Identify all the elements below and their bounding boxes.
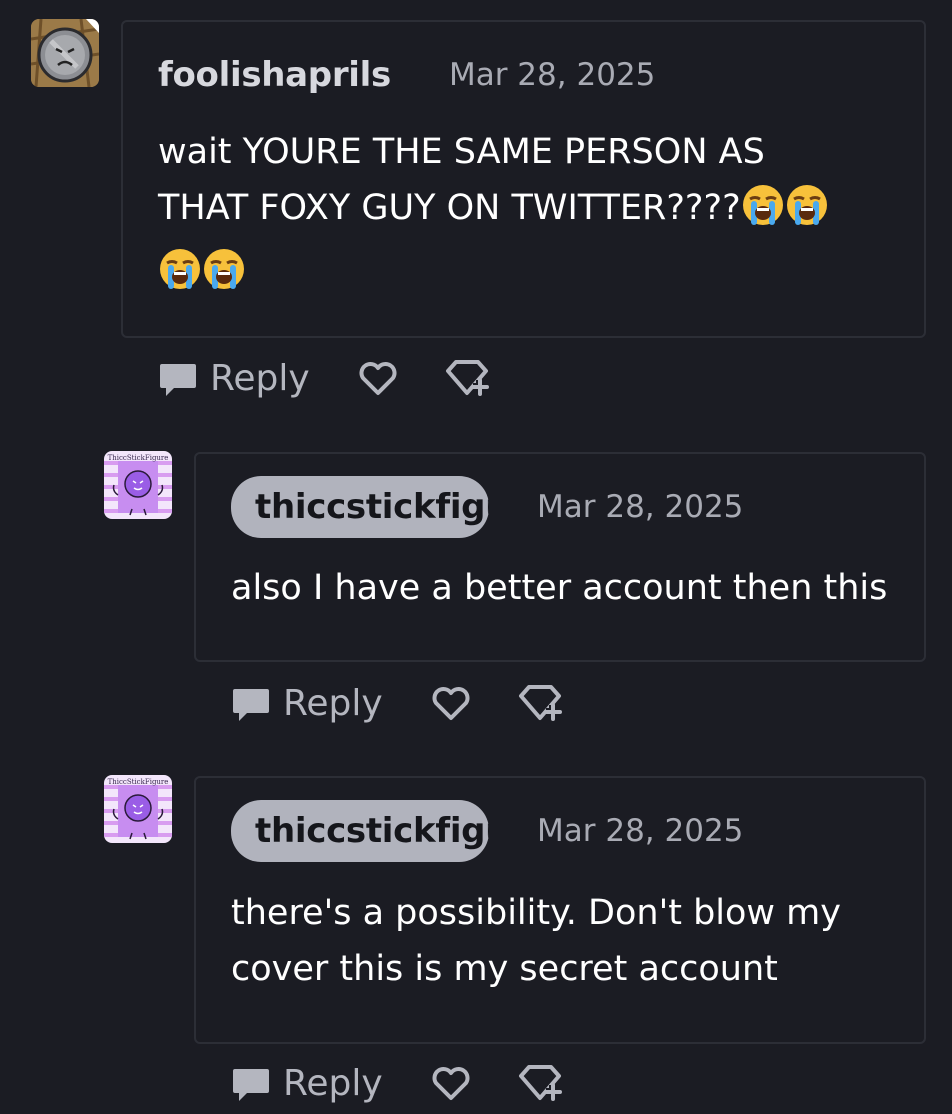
reply-label: Reply bbox=[210, 357, 310, 399]
gem-plus-icon bbox=[445, 360, 489, 396]
like-button[interactable] bbox=[429, 1063, 473, 1103]
comment-text: wait YOURE THE SAME PERSON AS THAT FOXY … bbox=[158, 124, 898, 308]
username-link[interactable]: thiccstickfigu bbox=[231, 800, 489, 862]
heart-icon bbox=[432, 1067, 470, 1100]
loudly-crying-face-icon bbox=[785, 183, 829, 244]
speech-bubble-icon bbox=[233, 689, 269, 721]
comment-card: foolishaprils Mar 28, 2025 wait YOURE TH… bbox=[121, 20, 926, 338]
loudly-crying-face-icon bbox=[202, 247, 246, 308]
avatar[interactable] bbox=[31, 19, 99, 87]
gem-plus-icon bbox=[518, 1065, 562, 1101]
loudly-crying-face-icon bbox=[158, 247, 202, 308]
speech-bubble-icon bbox=[233, 1069, 269, 1101]
loudly-crying-face-icon bbox=[741, 183, 785, 244]
svg-text:ThiccStickFigure: ThiccStickFigure bbox=[108, 454, 169, 462]
like-button[interactable] bbox=[429, 683, 473, 723]
gem-plus-icon bbox=[518, 685, 562, 721]
username-link[interactable]: foolishaprils bbox=[158, 55, 391, 95]
reply-label: Reply bbox=[283, 682, 383, 724]
comment-actions: Reply bbox=[231, 678, 565, 728]
avatar[interactable]: ThiccStickFigure bbox=[104, 451, 172, 519]
reply-button[interactable]: Reply bbox=[158, 358, 310, 399]
stick-figure-avatar-icon: ThiccStickFigure bbox=[104, 451, 172, 519]
comment-date: Mar 28, 2025 bbox=[537, 489, 744, 525]
heart-icon bbox=[359, 362, 397, 395]
comment-card: thiccstickfigu Mar 28, 2025 also I have … bbox=[194, 452, 926, 662]
award-button[interactable] bbox=[517, 1061, 565, 1105]
comment-text: also I have a better account then this bbox=[231, 568, 888, 608]
speech-bubble-icon bbox=[160, 364, 196, 396]
comment-date: Mar 28, 2025 bbox=[537, 813, 744, 849]
reply-button[interactable]: Reply bbox=[231, 1063, 383, 1104]
comment-date: Mar 28, 2025 bbox=[448, 57, 656, 93]
award-button[interactable] bbox=[444, 356, 492, 400]
comment-actions: Reply bbox=[158, 353, 492, 403]
reply-button[interactable]: Reply bbox=[231, 683, 383, 724]
heart-icon bbox=[432, 687, 470, 720]
comment-text: there's a possibility. Don't blow my cov… bbox=[231, 893, 841, 989]
svg-text:ThiccStickFigure: ThiccStickFigure bbox=[108, 778, 169, 786]
like-button[interactable] bbox=[356, 358, 400, 398]
comment-card: thiccstickfigu Mar 28, 2025 there's a po… bbox=[194, 776, 926, 1044]
username-link[interactable]: thiccstickfigu bbox=[231, 476, 489, 538]
avatar[interactable]: ThiccStickFigure bbox=[104, 775, 172, 843]
reply-label: Reply bbox=[283, 1062, 383, 1104]
comment-actions: Reply bbox=[231, 1058, 565, 1108]
stick-figure-avatar-icon: ThiccStickFigure bbox=[104, 775, 172, 843]
award-button[interactable] bbox=[517, 681, 565, 725]
coin-avatar-icon bbox=[31, 19, 99, 87]
